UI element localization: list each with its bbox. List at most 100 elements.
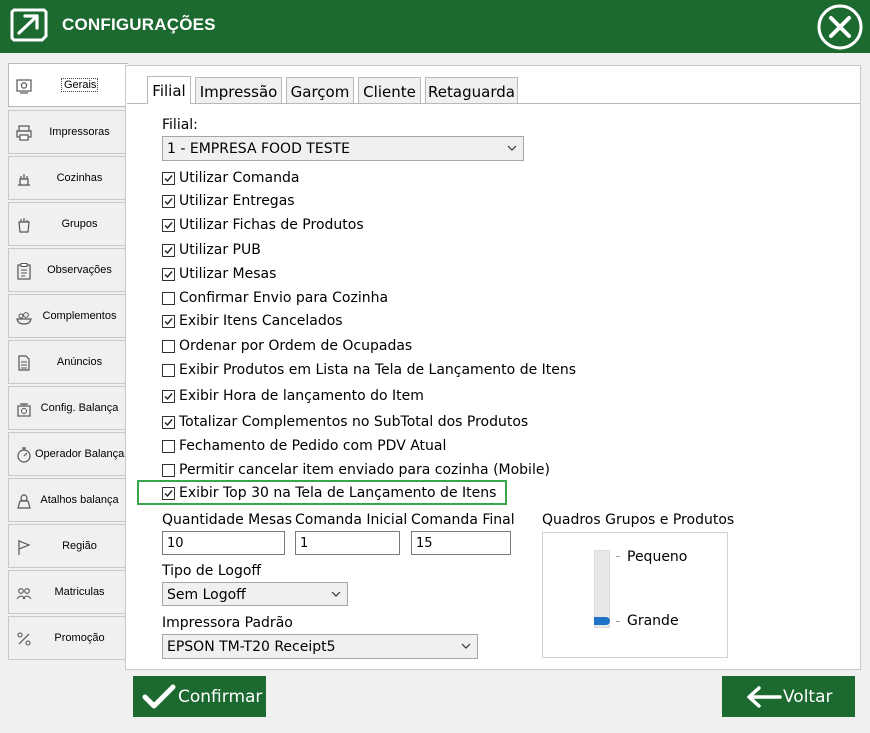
sidebar-item-label: Observações [47,264,112,276]
sidebar-item-regiao[interactable]: Região [8,524,126,568]
window-title: CONFIGURAÇÕES [62,15,216,34]
chevron-down-icon [507,145,517,151]
sidebar-item-label: Atalhos balança [40,494,119,506]
checkbox[interactable] [162,390,175,403]
checkmark-icon [164,198,173,206]
tab-filial[interactable]: Filial [147,76,191,104]
food-plate-icon [16,312,32,325]
check-icon [142,684,176,709]
checkmark-icon [164,318,173,326]
option-label: Utilizar Entregas [179,193,295,209]
option-label: Confirmar Envio para Cozinha [179,290,389,306]
sidebar-item-label: Matriculas [54,586,105,598]
checkbox[interactable] [162,195,175,208]
checkmark-icon [164,393,173,401]
tab-divider [127,103,860,104]
checkbox[interactable] [162,244,175,257]
impressora-label: Impressora Padrão [162,615,293,631]
checkmark-icon [164,222,173,230]
settings-panel-icon [16,79,32,94]
app-logo-icon [10,8,48,42]
checkbox[interactable] [162,440,175,453]
option-label: Utilizar Fichas de Produtos [179,217,364,233]
checkmark-icon [164,419,173,427]
filial-value: 1 - EMPRESA FOOD TESTE [167,141,350,157]
sidebar-item-label: Cozinhas [56,172,103,184]
checkbox[interactable] [162,172,175,185]
sidebar-item-label: Complementos [42,310,117,322]
checkbox[interactable] [162,464,175,477]
option-label: Exibir Itens Cancelados [179,313,343,329]
checkmark-icon [164,247,173,255]
comanda-inicial-label: Comanda Inicial [295,512,408,528]
sidebar-item-promocao[interactable]: Promoção [8,616,126,660]
comanda-final-label: Comanda Final [411,512,515,528]
sidebar-item-label: Grupos [61,218,98,230]
option-label: Ordenar por Ordem de Ocupadas [179,338,413,354]
slider-tick [616,621,620,622]
checkbox[interactable] [162,340,175,353]
sidebar-item-label: Impressoras [49,126,110,138]
document-icon [18,355,30,371]
logoff-label: Tipo de Logoff [162,563,262,579]
option-label: Utilizar PUB [179,242,261,258]
sidebar-item-cozinhas[interactable]: Cozinhas [8,156,126,200]
stopwatch-icon [17,447,31,463]
option-label: Utilizar Mesas [179,266,277,282]
scale-icon [17,403,31,417]
kitchen-icon [18,174,30,186]
checkmark-icon [164,271,173,279]
chevron-down-icon [461,643,471,649]
filial-select[interactable]: 1 - EMPRESA FOOD TESTE [162,136,524,161]
sidebar-item-operador-balanca[interactable]: Operador Balança [8,432,126,476]
sidebar-item-atalhos-balanca[interactable]: Atalhos balança [8,478,126,522]
sidebar-item-config-balanca[interactable]: Config. Balança [8,386,126,430]
impressora-select[interactable]: EPSON TM-T20 Receipt5 [162,634,478,659]
arrow-left-icon [747,686,782,708]
quadros-label: Quadros Grupos e Produtos [542,512,735,528]
sidebar-item-anuncios[interactable]: Anúncios [8,340,126,384]
tab-garcom[interactable]: Garçom [286,77,354,103]
impressora-value: EPSON TM-T20 Receipt5 [167,639,336,655]
sidebar-item-matriculas[interactable]: Matriculas [8,570,126,614]
users-icon [16,588,32,600]
checkbox[interactable] [162,364,175,377]
comanda-inicial-input[interactable]: 1 [295,531,400,555]
chevron-down-icon [331,591,341,597]
logoff-select[interactable]: Sem Logoff [162,582,348,606]
sidebar-item-grupos[interactable]: Grupos [8,202,126,246]
checkbox[interactable] [162,219,175,232]
confirm-button[interactable]: Confirmar [133,676,266,717]
quantidade-mesas-input[interactable]: 10 [162,531,285,555]
tab-retaguarda[interactable]: Retaguarda [425,77,518,103]
tab-cliente[interactable]: Cliente [358,77,421,103]
close-icon[interactable] [815,4,865,50]
sidebar-item-label: Promoção [54,632,105,644]
sidebar-item-observacoes[interactable]: Observações [8,248,126,292]
flag-icon [18,540,31,555]
groups-icon [18,218,30,233]
sidebar-item-label: Config. Balança [40,402,119,414]
back-button[interactable]: Voltar [722,676,855,717]
checkbox[interactable] [162,315,175,328]
sidebar-item-gerais[interactable]: Gerais [8,63,128,107]
option-label: Exibir Hora de lançamento do Item [179,388,424,404]
sidebar-item-complementos[interactable]: Complementos [8,294,126,338]
highlight-box [137,480,507,505]
sidebar-item-impressoras[interactable]: Impressoras [8,110,126,154]
sidebar-item-label: Região [62,540,97,552]
checkmark-icon [164,175,173,183]
checkbox[interactable] [162,292,175,305]
option-label: Fechamento de Pedido com PDV Atual [179,438,447,454]
quantidade-mesas-label: Quantidade Mesas [162,512,292,528]
title-bar: CONFIGURAÇÕES [0,0,870,53]
option-label: Permitir cancelar item enviado para cozi… [179,462,550,478]
option-label: Exibir Produtos em Lista na Tela de Lanç… [179,362,577,378]
size-slider-thumb[interactable] [594,617,610,625]
checkbox[interactable] [162,416,175,429]
confirm-label: Confirmar [178,687,263,707]
promo-icon [17,632,31,646]
tab-impressao[interactable]: Impressão [195,77,282,103]
checkbox[interactable] [162,268,175,281]
comanda-final-input[interactable]: 15 [411,531,511,555]
